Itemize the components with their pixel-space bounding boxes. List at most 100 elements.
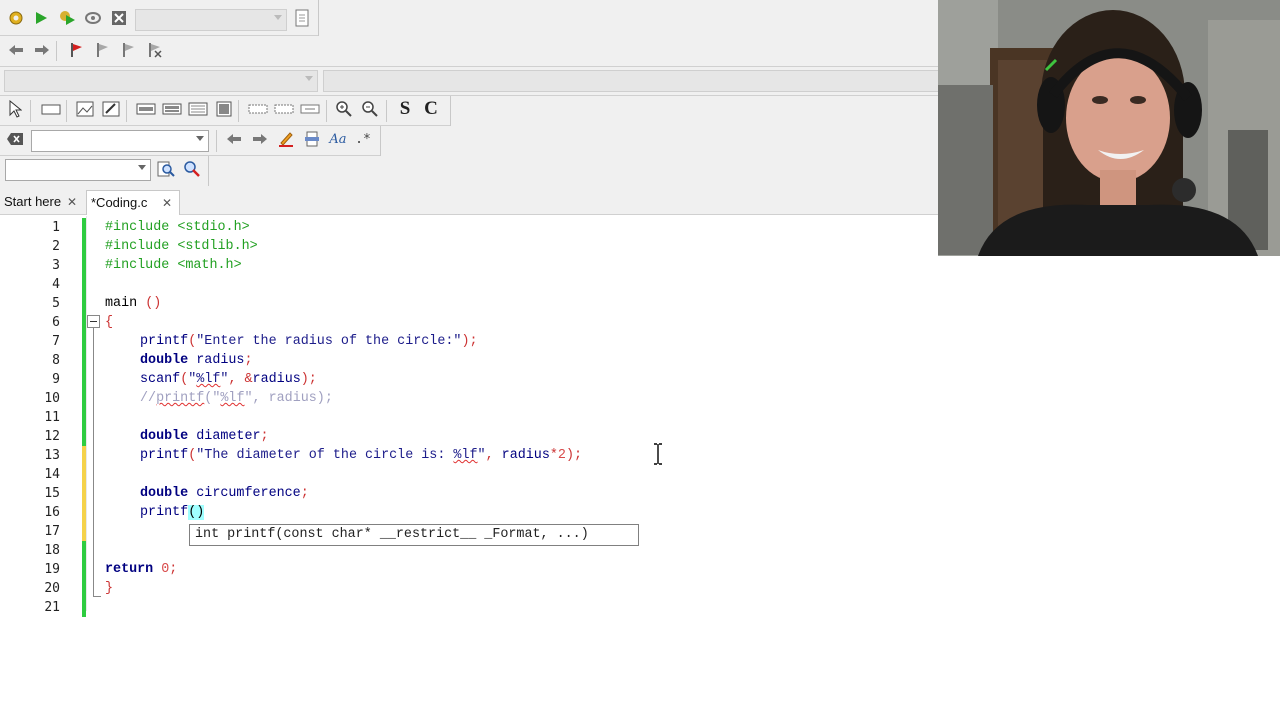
code-line-20: } xyxy=(105,581,113,596)
close-icon[interactable]: ✕ xyxy=(67,190,77,214)
change-bar-marker xyxy=(82,237,86,256)
tab-coding-c[interactable]: *Coding.c ✕ xyxy=(86,190,180,215)
divider xyxy=(450,96,451,126)
zoom-in-icon[interactable] xyxy=(334,99,354,119)
highlight-icon[interactable] xyxy=(276,129,296,149)
show-select-target-icon[interactable] xyxy=(292,8,312,28)
change-bar-marker xyxy=(82,465,86,484)
operator: ; xyxy=(244,353,253,368)
next-bookmark-icon[interactable] xyxy=(118,40,138,60)
identifier: printf xyxy=(140,334,189,349)
identifier: diameter xyxy=(188,429,261,444)
gutter-divider xyxy=(86,216,87,611)
code-line-1: #include <stdio.h> xyxy=(105,220,250,235)
chevron-down-icon xyxy=(138,165,146,170)
line-number: 7 xyxy=(52,334,60,349)
back-arrow-icon[interactable] xyxy=(6,40,26,60)
pointer-icon[interactable] xyxy=(5,99,25,119)
find-next-icon[interactable] xyxy=(250,129,270,149)
keyword: double xyxy=(140,486,189,501)
divider xyxy=(30,100,31,122)
preprocessor-directive: #include <stdlib.h> xyxy=(105,239,258,254)
jump-combo[interactable] xyxy=(5,159,151,181)
c-button[interactable]: C xyxy=(421,98,441,119)
forward-arrow-icon[interactable] xyxy=(32,40,52,60)
fold-collapse-icon[interactable] xyxy=(87,315,100,328)
identifier: circumference xyxy=(188,486,301,501)
divider xyxy=(326,100,327,122)
layout-4-icon[interactable] xyxy=(214,99,234,119)
rebuild-icon[interactable] xyxy=(83,8,103,28)
change-bar-marker xyxy=(82,579,86,598)
line-number: 2 xyxy=(52,239,60,254)
line-number: 18 xyxy=(44,543,60,558)
divider xyxy=(0,66,938,67)
run-icon[interactable] xyxy=(31,8,51,28)
find-previous-icon[interactable] xyxy=(224,129,244,149)
layout-3-icon[interactable] xyxy=(188,99,208,119)
layout-1-icon[interactable] xyxy=(136,99,156,119)
line-number: 16 xyxy=(44,505,60,520)
s-button[interactable]: S xyxy=(395,98,415,119)
comment: ", radius); xyxy=(244,391,333,406)
bookmark-flag-icon[interactable] xyxy=(66,40,86,60)
code-line-3: #include <math.h> xyxy=(105,258,242,273)
edit-toolbar: S C xyxy=(0,96,450,126)
search-options-icon[interactable] xyxy=(182,159,202,179)
change-bar-marker xyxy=(82,313,86,332)
clear-search-icon[interactable] xyxy=(5,129,25,149)
build-toolbar xyxy=(0,5,318,35)
build-and-run-icon[interactable] xyxy=(57,8,77,28)
select-block-2-icon[interactable] xyxy=(274,99,294,119)
change-bar-marker xyxy=(82,503,86,522)
operator: * xyxy=(549,448,558,463)
clear-bookmarks-icon[interactable] xyxy=(144,40,164,60)
scope-combo[interactable] xyxy=(4,70,318,92)
select-block-3-icon[interactable] xyxy=(300,99,320,119)
match-case-icon[interactable]: Aa xyxy=(328,129,348,149)
layout-2-icon[interactable] xyxy=(162,99,182,119)
search-icon[interactable] xyxy=(156,159,176,179)
webcam-overlay xyxy=(938,0,1280,256)
line-number: 9 xyxy=(52,372,60,387)
build-target-combo[interactable] xyxy=(135,9,287,31)
frame-icon[interactable] xyxy=(41,99,61,119)
search-combo[interactable] xyxy=(31,130,209,152)
line-number: 1 xyxy=(52,220,60,235)
abort-icon[interactable] xyxy=(109,8,129,28)
chevron-down-icon xyxy=(196,136,204,141)
line-number: 21 xyxy=(44,600,60,615)
change-bar-marker xyxy=(82,408,86,427)
divider xyxy=(0,35,318,36)
line-number: 3 xyxy=(52,258,60,273)
identifier: radius xyxy=(188,353,245,368)
change-bar-marker xyxy=(82,541,86,560)
identifier: radius xyxy=(501,448,550,463)
divider xyxy=(208,156,209,186)
change-bar-marker xyxy=(82,484,86,503)
tab-start-here[interactable]: Start here ✕ xyxy=(0,190,84,215)
edit-image-icon[interactable] xyxy=(101,99,121,119)
code-line-9: scanf("%lf", &radius); xyxy=(140,372,317,387)
regex-button[interactable]: .* xyxy=(353,129,373,149)
prev-bookmark-icon[interactable] xyxy=(92,40,112,60)
divider xyxy=(318,0,319,36)
line-number: 8 xyxy=(52,353,60,368)
image-icon[interactable] xyxy=(75,99,95,119)
build-gear-icon[interactable] xyxy=(6,8,26,28)
selected-text-icon[interactable] xyxy=(302,129,322,149)
close-icon[interactable]: ✕ xyxy=(162,191,172,215)
line-number: 10 xyxy=(44,391,60,406)
code-editor[interactable]: 1 2 3 4 5 6 7 8 9 10 11 12 13 14 15 16 17 18 19 20 21 xyxy=(0,216,1280,720)
code-line-19: return 0; xyxy=(105,562,177,577)
zoom-out-icon[interactable] xyxy=(360,99,380,119)
function-combo[interactable] xyxy=(323,70,938,92)
select-block-1-icon[interactable] xyxy=(248,99,268,119)
line-number: 4 xyxy=(52,277,60,292)
search-toolbar: Aa .* xyxy=(0,126,380,156)
operator: , & xyxy=(228,372,253,387)
comment: printf xyxy=(156,391,205,406)
operator: () xyxy=(145,296,162,311)
change-bar-marker xyxy=(82,598,86,617)
divider xyxy=(126,100,127,122)
